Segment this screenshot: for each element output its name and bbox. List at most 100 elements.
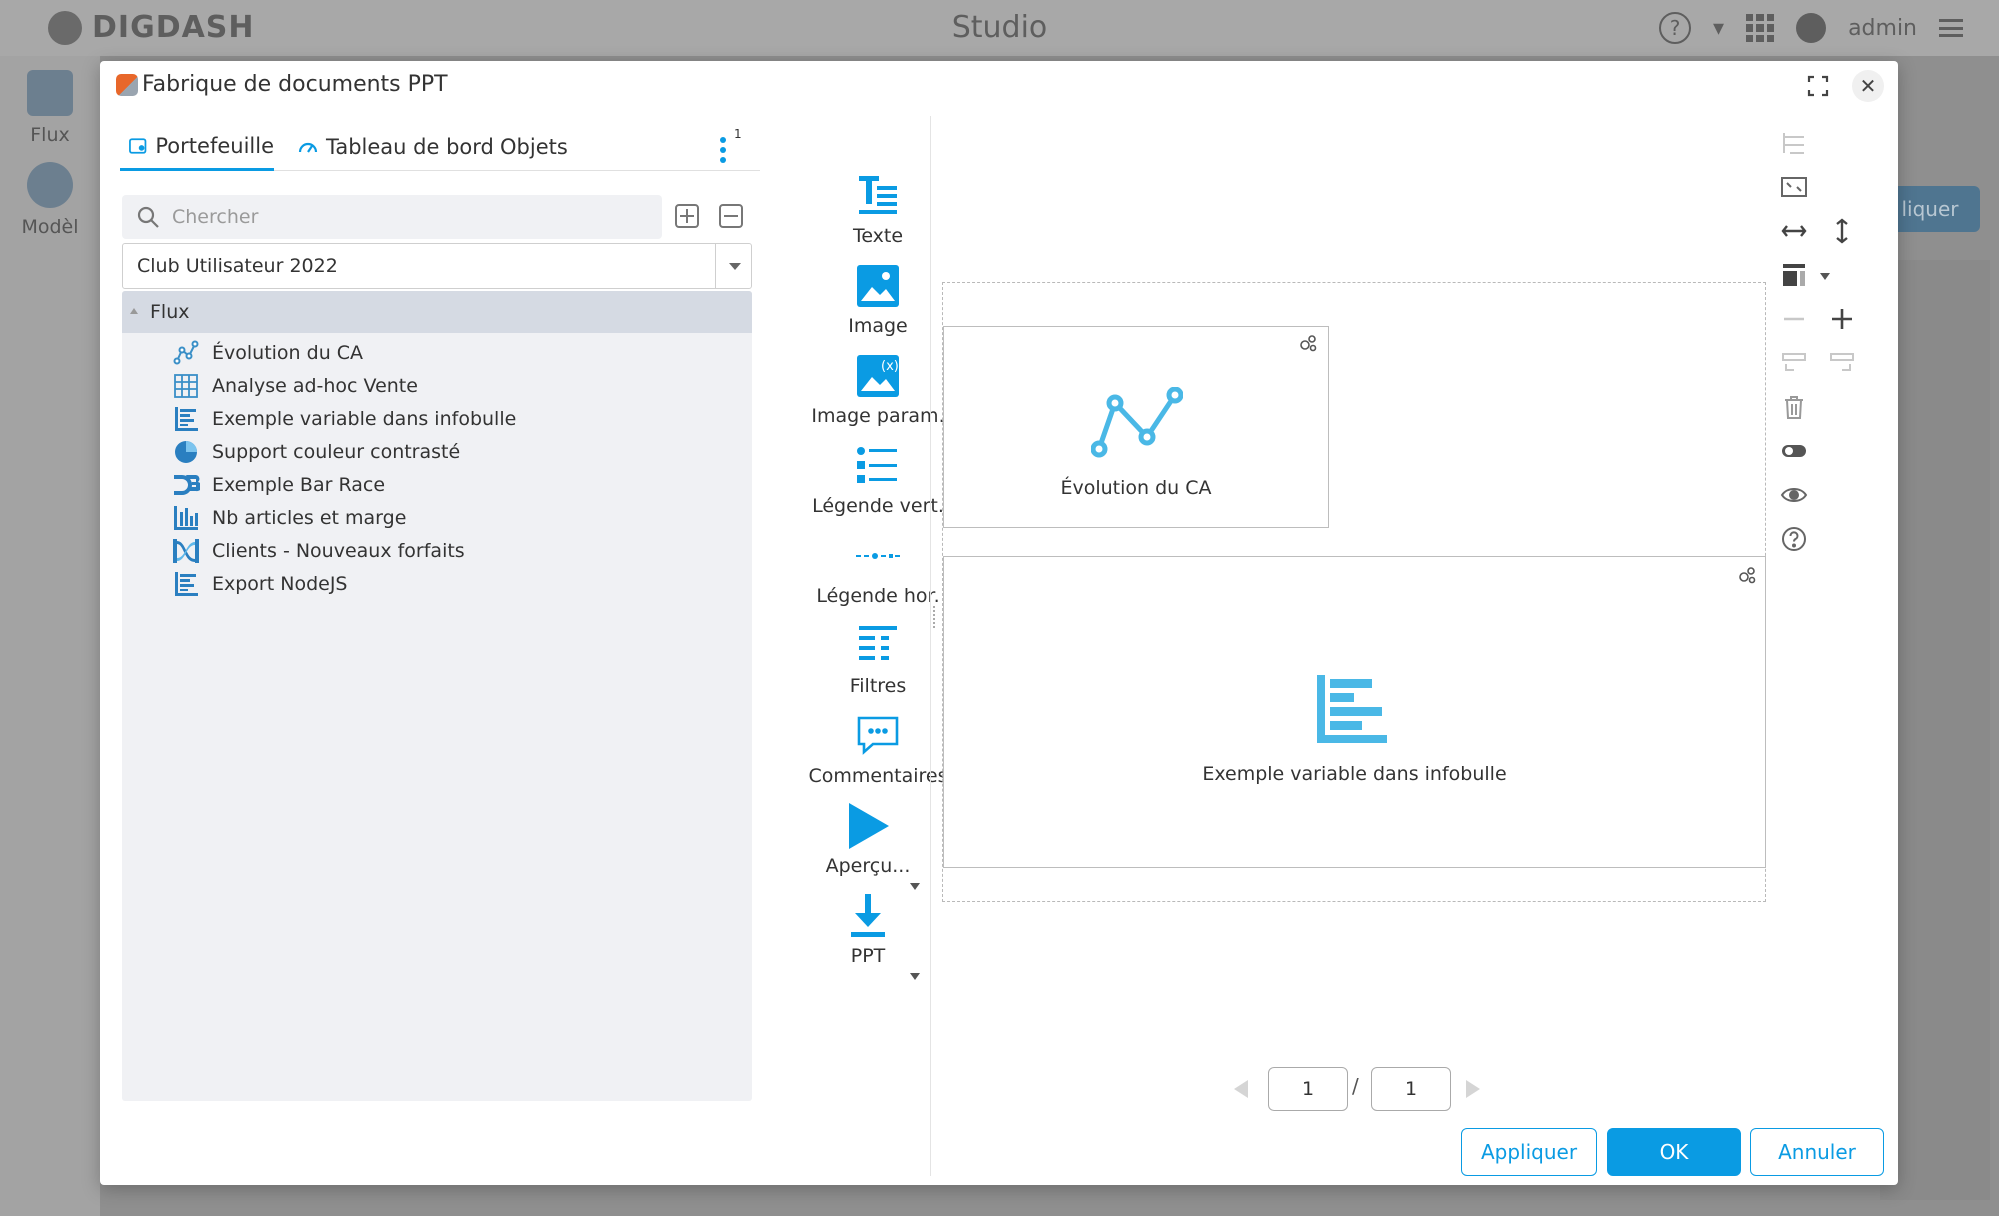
search-box xyxy=(122,195,662,239)
tree-item[interactable]: Nb articles et marge xyxy=(172,502,406,534)
palette-legend-vertical[interactable]: Légende vert. xyxy=(808,443,948,517)
settings-gears-icon[interactable] xyxy=(1298,333,1318,353)
cancel-button[interactable]: Annuler xyxy=(1750,1128,1884,1176)
tab-objets[interactable]: Objets xyxy=(500,123,568,171)
tree-item-label: Exemple variable dans infobulle xyxy=(212,408,517,430)
line-chart-icon xyxy=(1091,387,1183,458)
top-right-controls: ? ▾ admin xyxy=(1659,12,1963,44)
next-page-icon[interactable] xyxy=(1466,1080,1480,1098)
palette-label: Aperçu... xyxy=(825,855,911,877)
palette-label: PPT xyxy=(850,945,886,967)
canvas-block-exemple-variable[interactable]: Exemple variable dans infobulle xyxy=(943,556,1766,868)
help-icon[interactable]: ? xyxy=(1659,12,1692,44)
sidenav-label: Modèl xyxy=(21,216,79,238)
palette-legend-horizontal[interactable]: Légende hor. xyxy=(808,533,948,607)
download-icon xyxy=(851,894,885,937)
app-topbar: DIGDASH Studio ? ▾ admin xyxy=(0,0,1999,56)
palette-filters[interactable]: Filtres xyxy=(808,623,948,697)
user-name[interactable]: admin xyxy=(1848,16,1917,41)
expand-all-icon[interactable] xyxy=(674,203,700,229)
palette-label: Légende hor. xyxy=(816,585,940,607)
model-icon xyxy=(27,162,73,208)
tree-item[interactable]: Clients - Nouveaux forfaits xyxy=(172,535,465,567)
palette-label: Image xyxy=(848,315,908,337)
sidenav-item-flux[interactable]: Flux xyxy=(0,70,100,146)
preview-dropdown-icon[interactable] xyxy=(910,883,920,890)
sidenav-item-model[interactable]: Modèl xyxy=(0,162,100,238)
ppt-factory-dialog: Fabrique de documents PPT ✕ Portefeuille… xyxy=(100,61,1898,1185)
gauge-icon xyxy=(298,142,318,153)
split-left-icon[interactable] xyxy=(1780,349,1808,377)
chevron-down-icon[interactable] xyxy=(715,244,751,288)
split-right-icon[interactable] xyxy=(1828,349,1856,377)
width-arrow-icon[interactable] xyxy=(1780,217,1808,245)
tree-item[interactable]: Analyse ad-hoc Vente xyxy=(172,370,418,402)
horizontal-bar-icon xyxy=(175,407,198,431)
ok-button[interactable]: OK xyxy=(1607,1128,1741,1176)
apps-grid-icon[interactable] xyxy=(1746,14,1775,42)
tab-tableau-de-bord[interactable]: Tableau de bord xyxy=(298,123,494,171)
fullscreen-icon[interactable] xyxy=(1806,74,1830,98)
layout-dropdown-icon[interactable] xyxy=(1820,273,1830,280)
tree-item-label: Analyse ad-hoc Vente xyxy=(212,375,418,397)
legend-horizontal-icon xyxy=(856,553,900,559)
layout-icon[interactable] xyxy=(1780,261,1808,289)
trash-icon[interactable] xyxy=(1780,393,1808,421)
apply-button[interactable]: Appliquer xyxy=(1461,1128,1597,1176)
total-pages-input[interactable] xyxy=(1371,1067,1451,1111)
palette-comments[interactable]: Commentaires xyxy=(808,713,948,787)
folder-select[interactable]: Club Utilisateur 2022 xyxy=(122,243,752,289)
search-input[interactable] xyxy=(172,195,652,239)
palette-label: Image param. xyxy=(811,405,945,427)
palette-image[interactable]: Image xyxy=(808,263,948,337)
plus-icon[interactable] xyxy=(1828,305,1856,333)
page-separator: / xyxy=(1352,1074,1359,1098)
user-avatar-icon[interactable] xyxy=(1796,13,1827,43)
tree-item[interactable]: Support couleur contrasté xyxy=(172,436,460,468)
tree-root-label: Flux xyxy=(150,301,190,323)
current-page-input[interactable] xyxy=(1268,1067,1348,1111)
tab-portefeuille[interactable]: Portefeuille xyxy=(120,123,274,171)
chevron-down-icon[interactable]: ▾ xyxy=(1713,16,1724,41)
fit-size-icon[interactable] xyxy=(1780,173,1808,201)
image-icon xyxy=(857,265,899,307)
left-panel-tabs: Portefeuille Tableau de bord Objets 1 xyxy=(120,123,760,171)
align-tree-icon[interactable] xyxy=(1780,129,1808,157)
help-icon[interactable] xyxy=(1780,525,1808,553)
text-icon xyxy=(859,176,897,214)
tree-root-flux[interactable]: Flux xyxy=(122,291,752,333)
tree-item[interactable]: Exemple Bar Race xyxy=(172,469,385,501)
palette-label: Texte xyxy=(852,225,904,247)
canvas-block-evolution-ca[interactable]: Évolution du CA xyxy=(943,326,1329,528)
block-label: Évolution du CA xyxy=(1060,477,1212,499)
eye-icon[interactable] xyxy=(1780,481,1808,509)
grid-table-icon xyxy=(174,374,198,398)
height-arrow-icon[interactable] xyxy=(1828,217,1856,245)
dialog-header: Fabrique de documents PPT ✕ xyxy=(100,61,1898,111)
palette-ppt[interactable]: PPT xyxy=(798,893,938,967)
resize-handle[interactable] xyxy=(933,606,937,628)
tree-item[interactable]: Évolution du CA xyxy=(172,337,363,369)
sankey-icon xyxy=(173,539,199,563)
caret-icon[interactable] xyxy=(130,308,138,314)
ppt-logo-icon xyxy=(116,74,138,96)
palette-image-param[interactable]: (x) Image param. xyxy=(808,353,948,427)
tree-item[interactable]: Export NodeJS xyxy=(172,568,348,600)
minus-icon[interactable] xyxy=(1780,305,1808,333)
collapse-all-icon[interactable] xyxy=(718,203,744,229)
palette-text[interactable]: Texte xyxy=(808,173,948,247)
comment-icon xyxy=(857,716,899,755)
prev-page-icon[interactable] xyxy=(1234,1080,1248,1098)
tree-item-label: Nb articles et marge xyxy=(212,507,407,529)
ppt-dropdown-icon[interactable] xyxy=(910,973,920,980)
tree-item[interactable]: Exemple variable dans infobulle xyxy=(172,403,516,435)
play-icon xyxy=(849,803,889,849)
app-sidenav: Flux Modèl xyxy=(0,56,100,1216)
more-options-icon[interactable] xyxy=(720,137,726,163)
close-icon[interactable]: ✕ xyxy=(1852,70,1884,102)
folder-icon xyxy=(129,137,147,154)
settings-gears-icon[interactable] xyxy=(1737,565,1757,585)
menu-icon[interactable] xyxy=(1939,19,1963,37)
toggle-icon[interactable] xyxy=(1780,437,1808,465)
palette-preview[interactable]: Aperçu... xyxy=(798,803,938,877)
